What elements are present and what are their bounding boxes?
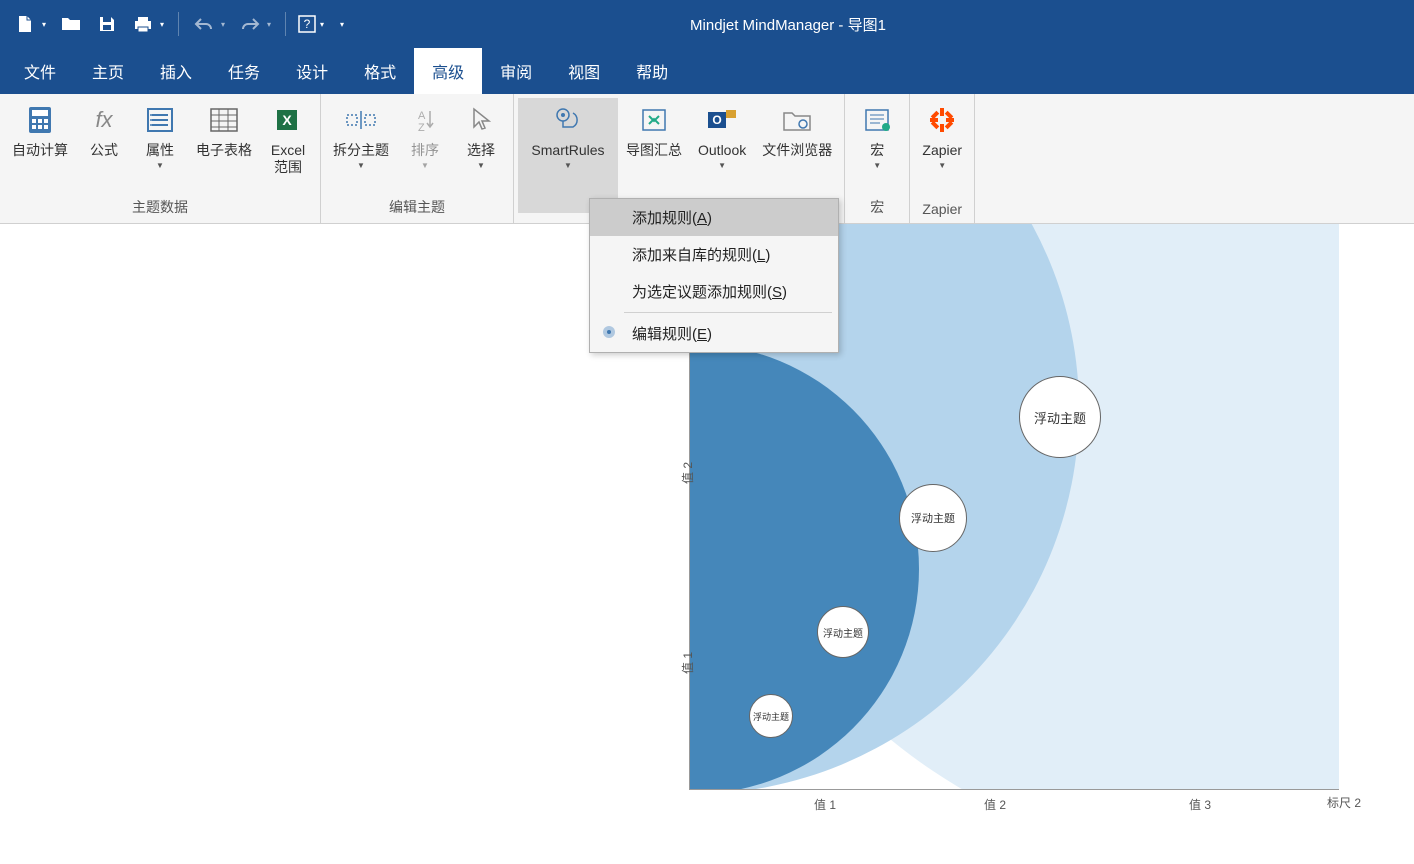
zapier-icon — [924, 102, 960, 138]
new-file-button[interactable] — [8, 7, 42, 41]
print-dropdown[interactable]: ▾ — [160, 20, 170, 29]
group-label: 主题数据 — [0, 193, 320, 223]
svg-text:Z: Z — [418, 122, 425, 133]
tab-help[interactable]: 帮助 — [618, 48, 686, 94]
undo-dropdown[interactable]: ▾ — [221, 20, 231, 29]
calculator-icon — [22, 102, 58, 138]
svg-text:A: A — [418, 110, 426, 122]
bubble-topic[interactable]: 浮动主题 — [899, 484, 967, 552]
outlook-icon: O — [704, 102, 740, 138]
dd-add-rule[interactable]: 添加规则(A) — [590, 199, 838, 236]
menu-bar: 文件 主页 插入 任务 设计 格式 高级 审阅 视图 帮助 — [0, 48, 1414, 94]
redo-dropdown[interactable]: ▾ — [267, 20, 277, 29]
smartrules-button[interactable]: SmartRules▼ — [518, 98, 618, 213]
sort-button: AZ排序▼ — [397, 98, 453, 193]
x-tick-1: 值 1 — [814, 796, 836, 813]
group-label: Zapier — [910, 197, 974, 223]
dd-add-from-library[interactable]: 添加来自库的规则(L) — [590, 236, 838, 273]
toolbar-separator — [285, 12, 286, 36]
dd-add-for-selected[interactable]: 为选定议题添加规则(S) — [590, 273, 838, 310]
x-axis-label: 标尺 2 — [1327, 794, 1361, 811]
properties-button[interactable]: 属性▼ — [132, 98, 188, 193]
excel-icon: X — [270, 102, 306, 138]
tab-task[interactable]: 任务 — [210, 48, 278, 94]
ribbon-group-macro: 宏▼ 宏 — [845, 94, 910, 223]
table-icon — [206, 102, 242, 138]
cursor-icon — [463, 102, 499, 138]
file-browser-button[interactable]: 文件浏览器 — [754, 98, 840, 213]
group-label: 编辑主题 — [321, 193, 513, 223]
bubble-topic[interactable]: 浮动主题 — [749, 694, 793, 738]
ribbon-group-topicdata: 自动计算 fx公式 属性▼ 电子表格 XExcel 范围 主题数据 — [0, 94, 321, 223]
list-icon — [142, 102, 178, 138]
map-rollup-button[interactable]: 导图汇总 — [618, 98, 690, 213]
bubble-topic[interactable]: 浮动主题 — [817, 606, 869, 658]
ribbon-group-edit-topic: 拆分主题▼ AZ排序▼ 选择▼ 编辑主题 — [321, 94, 514, 223]
dropdown-arrow-icon: ▼ — [873, 161, 881, 170]
gear-head-icon — [550, 102, 586, 138]
tab-advanced[interactable]: 高级 — [414, 48, 482, 94]
tab-home[interactable]: 主页 — [74, 48, 142, 94]
macro-button[interactable]: 宏▼ — [849, 98, 905, 193]
quick-access-toolbar: ▾ ▾ ▾ ▾ ? ▾ ▾ — [8, 7, 350, 41]
tab-review[interactable]: 审阅 — [482, 48, 550, 94]
toolbar-separator — [178, 12, 179, 36]
y-tick-1: 值 1 — [679, 652, 696, 674]
tab-view[interactable]: 视图 — [550, 48, 618, 94]
x-axis — [689, 789, 1339, 790]
help-button[interactable]: ? — [294, 7, 320, 41]
edit-rules-icon — [600, 323, 618, 341]
title-bar: ▾ ▾ ▾ ▾ ? ▾ ▾ Mindjet MindManager - 导图1 — [0, 0, 1414, 48]
outlook-button[interactable]: OOutlook▼ — [690, 98, 754, 213]
folder-gear-icon — [779, 102, 815, 138]
formula-button[interactable]: fx公式 — [76, 98, 132, 193]
dropdown-arrow-icon: ▼ — [477, 161, 485, 170]
dropdown-arrow-icon: ▼ — [421, 161, 429, 170]
sort-az-icon: AZ — [407, 102, 443, 138]
y-tick-2: 值 2 — [679, 462, 696, 484]
undo-button[interactable] — [187, 7, 221, 41]
group-label: 宏 — [845, 193, 909, 223]
svg-text:O: O — [712, 113, 721, 127]
split-topic-button[interactable]: 拆分主题▼ — [325, 98, 397, 193]
select-button[interactable]: 选择▼ — [453, 98, 509, 193]
x-tick-2: 值 2 — [984, 796, 1006, 813]
dropdown-arrow-icon: ▼ — [718, 161, 726, 170]
excel-range-button[interactable]: XExcel 范围 — [260, 98, 316, 193]
tab-insert[interactable]: 插入 — [142, 48, 210, 94]
print-button[interactable] — [126, 7, 160, 41]
rollup-icon — [636, 102, 672, 138]
macro-icon — [859, 102, 895, 138]
dropdown-arrow-icon: ▼ — [938, 161, 946, 170]
bubble-topic[interactable]: 浮动主题 — [1019, 376, 1101, 458]
dropdown-separator — [624, 312, 832, 313]
qat-customize[interactable]: ▾ — [340, 20, 350, 29]
dd-edit-rules[interactable]: 编辑规则(E) — [590, 315, 838, 352]
open-file-button[interactable] — [54, 7, 88, 41]
auto-calc-button[interactable]: 自动计算 — [4, 98, 76, 193]
tab-format[interactable]: 格式 — [346, 48, 414, 94]
help-dropdown[interactable]: ▾ — [320, 20, 330, 29]
tab-file[interactable]: 文件 — [6, 48, 74, 94]
svg-text:?: ? — [304, 17, 311, 31]
redo-button[interactable] — [233, 7, 267, 41]
tab-design[interactable]: 设计 — [278, 48, 346, 94]
dropdown-arrow-icon: ▼ — [564, 161, 572, 170]
svg-text:X: X — [282, 112, 292, 128]
dropdown-arrow-icon: ▼ — [156, 161, 164, 170]
split-icon — [343, 102, 379, 138]
spreadsheet-button[interactable]: 电子表格 — [188, 98, 260, 193]
fx-icon: fx — [86, 102, 122, 138]
dropdown-arrow-icon: ▼ — [357, 161, 365, 170]
x-tick-3: 值 3 — [1189, 796, 1211, 813]
save-button[interactable] — [90, 7, 124, 41]
zapier-button[interactable]: Zapier▼ — [914, 98, 970, 197]
ribbon-group-zapier: Zapier▼ Zapier — [910, 94, 975, 223]
new-file-dropdown[interactable]: ▾ — [42, 20, 52, 29]
window-title: Mindjet MindManager - 导图1 — [350, 14, 1226, 35]
smartrules-dropdown: 添加规则(A) 添加来自库的规则(L) 为选定议题添加规则(S) 编辑规则(E) — [589, 198, 839, 353]
